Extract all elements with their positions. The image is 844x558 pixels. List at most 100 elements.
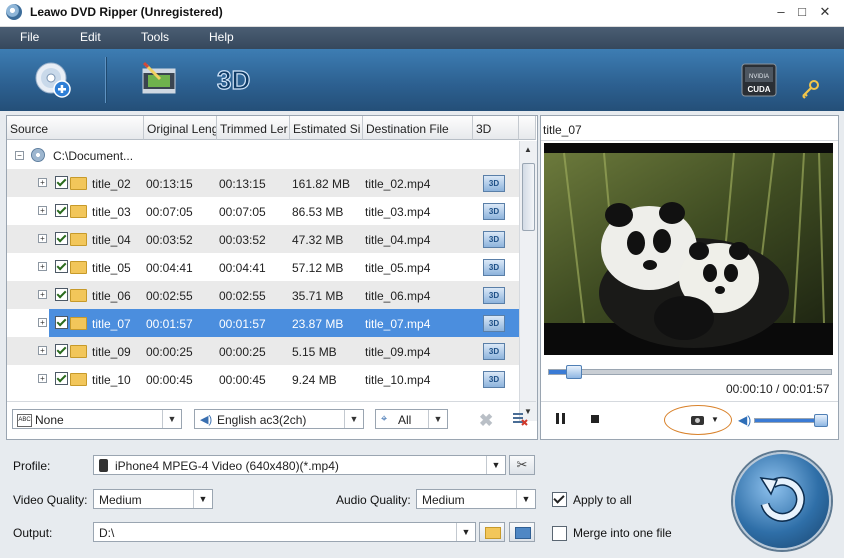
- stop-icon[interactable]: [591, 415, 599, 423]
- video-quality-select[interactable]: Medium ▼: [93, 489, 213, 509]
- audio-quality-select[interactable]: Medium ▼: [416, 489, 536, 509]
- clear-list-icon[interactable]: [512, 411, 528, 427]
- 3d-settings-button[interactable]: 3D: [483, 315, 505, 332]
- volume-thumb[interactable]: [813, 414, 828, 427]
- 3d-settings-button[interactable]: 3D: [483, 203, 505, 220]
- profile-settings-button[interactable]: ✂: [509, 455, 535, 475]
- row-checkbox[interactable]: [55, 288, 68, 301]
- subtitle-select[interactable]: ABC None ▼: [12, 409, 182, 429]
- svg-text:NVIDIA: NVIDIA: [749, 74, 769, 80]
- title-name: title_02: [92, 177, 131, 191]
- convert-button[interactable]: [733, 452, 831, 550]
- expand-icon[interactable]: +: [38, 178, 47, 187]
- camera-icon: [691, 416, 704, 425]
- estimated-size: 57.12 MB: [292, 261, 344, 275]
- browse-folder-button[interactable]: [479, 522, 505, 542]
- 3d-settings-button[interactable]: 3D: [483, 371, 505, 388]
- row-checkbox[interactable]: [55, 372, 68, 385]
- estimated-size: 47.32 MB: [292, 233, 344, 247]
- expand-icon[interactable]: +: [38, 290, 47, 299]
- settings-key-icon[interactable]: [800, 79, 820, 99]
- preview-panel: title_07 00:00:10 / 00:01:57 ▼ ◀): [540, 115, 839, 440]
- column-header-trimmed-length[interactable]: Trimmed Ler: [217, 116, 290, 140]
- expand-icon[interactable]: +: [38, 206, 47, 215]
- expand-icon[interactable]: +: [38, 262, 47, 271]
- menu-tools[interactable]: Tools: [141, 30, 169, 44]
- title-name: title_06: [92, 289, 131, 303]
- table-row[interactable]: + title_06 00:02:55 00:02:55 35.71 MB title_0…: [7, 281, 519, 309]
- column-header-estimated-size[interactable]: Estimated Si: [290, 116, 363, 140]
- table-row[interactable]: + title_10 00:00:45 00:00:45 9.24 MB title_10…: [7, 365, 519, 393]
- volume-icon[interactable]: ◀): [738, 413, 751, 427]
- video-frame[interactable]: [544, 143, 833, 355]
- destination-file: title_07.mp4: [365, 317, 431, 331]
- apply-to-all-checkbox[interactable]: [552, 492, 567, 507]
- column-header-filler: [519, 116, 536, 140]
- edit-video-icon[interactable]: [140, 61, 178, 97]
- column-header-source[interactable]: Source: [7, 116, 144, 140]
- destination-file: title_10.mp4: [365, 373, 431, 387]
- column-header-3d[interactable]: 3D: [473, 116, 519, 140]
- seek-thumb[interactable]: [565, 365, 582, 379]
- 3d-settings-button[interactable]: 3D: [483, 287, 505, 304]
- row-checkbox[interactable]: [55, 204, 68, 217]
- convert-icon: [759, 476, 805, 522]
- profile-select[interactable]: iPhone4 MPEG-4 Video (640x480)(*.mp4) ▼: [93, 455, 506, 475]
- profile-value: iPhone4 MPEG-4 Video (640x480)(*.mp4): [115, 459, 339, 473]
- column-header-original-length[interactable]: Original Leng: [144, 116, 217, 140]
- table-row[interactable]: + title_02 00:13:15 00:13:15 161.82 MB title_…: [7, 169, 519, 197]
- destination-file: title_06.mp4: [365, 289, 431, 303]
- 3d-icon[interactable]: 3D: [215, 63, 255, 95]
- pause-icon[interactable]: [556, 413, 566, 425]
- expand-icon[interactable]: +: [38, 346, 47, 355]
- 3d-settings-button[interactable]: 3D: [483, 259, 505, 276]
- trimmed-length: 00:00:45: [219, 373, 266, 387]
- table-row[interactable]: + title_03 00:07:05 00:07:05 86.53 MB title_0…: [7, 197, 519, 225]
- volume-slider[interactable]: [754, 414, 828, 427]
- cuda-icon[interactable]: NVIDIA CUDA: [740, 62, 778, 98]
- row-checkbox[interactable]: [55, 232, 68, 245]
- expand-icon[interactable]: +: [38, 374, 47, 383]
- seek-bar[interactable]: [548, 365, 832, 379]
- menu-edit[interactable]: Edit: [80, 30, 101, 44]
- add-dvd-icon[interactable]: [34, 61, 72, 99]
- row-checkbox[interactable]: [55, 260, 68, 273]
- snapshot-button[interactable]: ▼: [664, 405, 732, 435]
- row-checkbox[interactable]: [55, 176, 68, 189]
- expand-icon[interactable]: +: [38, 234, 47, 243]
- original-length: 00:01:57: [146, 317, 193, 331]
- minimize-button[interactable]: –: [771, 3, 791, 21]
- open-output-folder-button[interactable]: [509, 522, 535, 542]
- chevron-down-icon: ▼: [428, 410, 447, 428]
- output-path-select[interactable]: D:\ ▼: [93, 522, 476, 542]
- 3d-settings-button[interactable]: 3D: [483, 343, 505, 360]
- list-scrollbar[interactable]: ▲ ▼: [519, 141, 537, 421]
- title-name: title_09: [92, 345, 131, 359]
- window-title: Leawo DVD Ripper (Unregistered): [30, 5, 223, 19]
- audio-track-select[interactable]: ◀) English ac3(2ch) ▼: [194, 409, 364, 429]
- merge-into-one-file-checkbox[interactable]: [552, 526, 567, 541]
- delete-icon[interactable]: ✖: [479, 411, 493, 431]
- table-row[interactable]: + title_07 00:01:57 00:01:57 23.87 MB title_0…: [38, 309, 519, 337]
- table-row[interactable]: + title_05 00:04:41 00:04:41 57.12 MB title_0…: [7, 253, 519, 281]
- maximize-button[interactable]: □: [792, 3, 812, 21]
- table-row[interactable]: + title_09 00:00:25 00:00:25 5.15 MB title_09…: [7, 337, 519, 365]
- row-checkbox[interactable]: [55, 344, 68, 357]
- angle-select[interactable]: ⌖ All ▼: [375, 409, 448, 429]
- 3d-settings-button[interactable]: 3D: [483, 231, 505, 248]
- column-header-destination-file[interactable]: Destination File: [363, 116, 473, 140]
- expand-icon[interactable]: +: [38, 318, 47, 327]
- original-length: 00:02:55: [146, 289, 193, 303]
- menu-help[interactable]: Help: [209, 30, 234, 44]
- estimated-size: 9.24 MB: [292, 373, 337, 387]
- scroll-up-icon[interactable]: ▲: [524, 145, 532, 154]
- tree-root[interactable]: − C:\Document...: [7, 142, 519, 168]
- scroll-thumb[interactable]: [522, 163, 535, 231]
- menu-file[interactable]: File: [20, 30, 39, 44]
- row-checkbox[interactable]: [55, 316, 68, 329]
- collapse-icon[interactable]: −: [15, 151, 24, 160]
- table-row[interactable]: + title_04 00:03:52 00:03:52 47.32 MB title_0…: [7, 225, 519, 253]
- trimmed-length: 00:04:41: [219, 261, 266, 275]
- 3d-settings-button[interactable]: 3D: [483, 175, 505, 192]
- close-button[interactable]: ✕: [815, 3, 835, 21]
